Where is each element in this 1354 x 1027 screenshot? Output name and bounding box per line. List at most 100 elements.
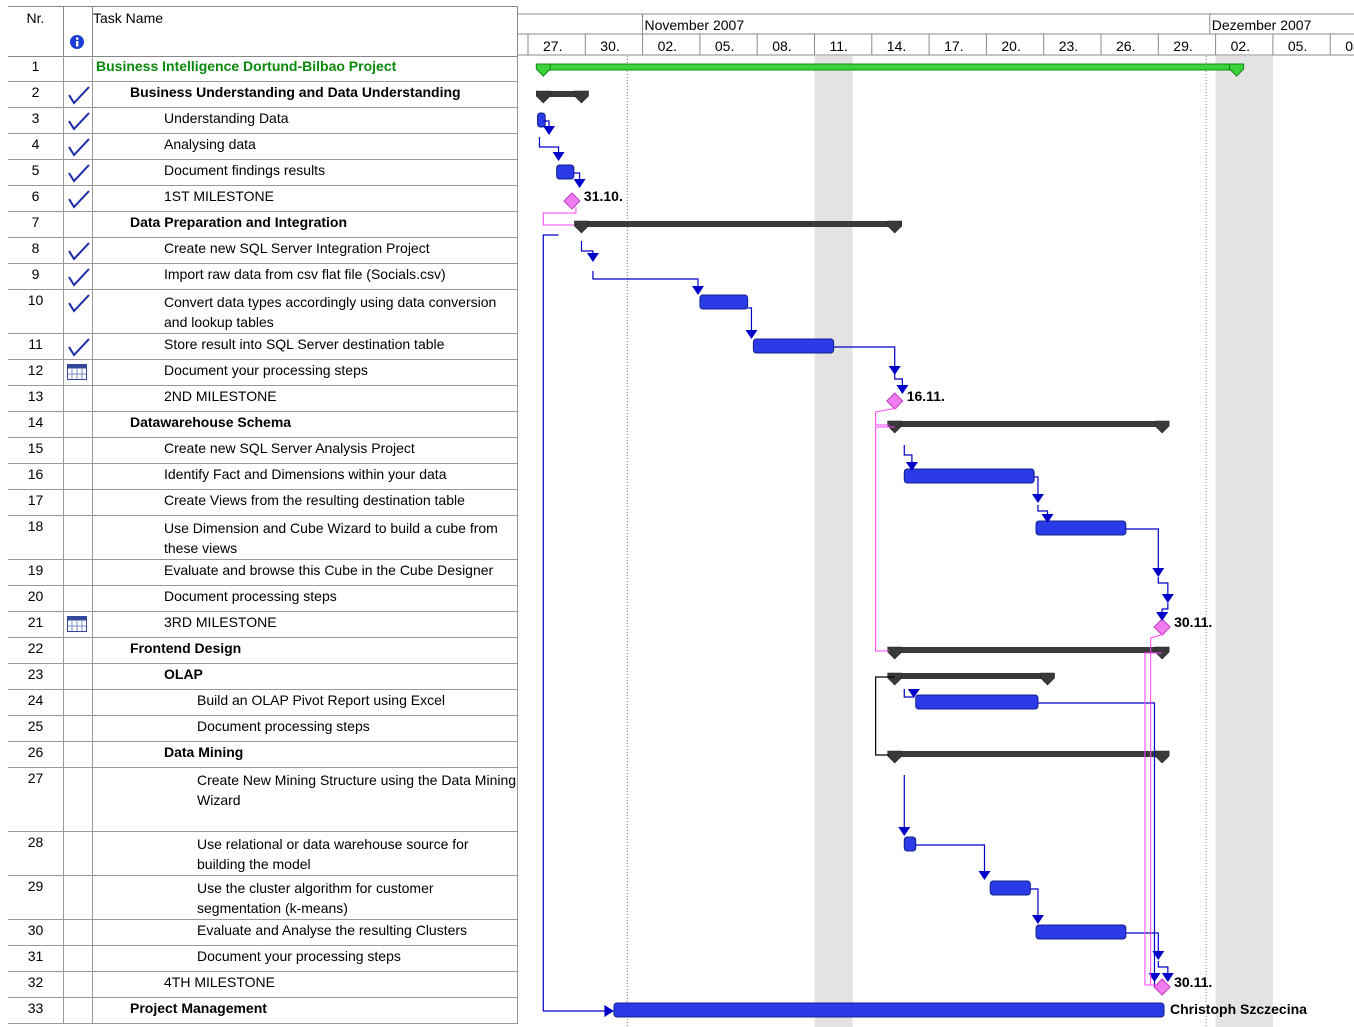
task-name[interactable]: Store result into SQL Server destination… (93, 334, 518, 359)
task-name[interactable]: Business Understanding and Data Understa… (93, 82, 518, 107)
gantt-canvas[interactable]: November 2007 Dezember 2007 27. 30. 02. 05. 08… (518, 6, 1354, 1027)
task-name[interactable]: Data Mining (93, 742, 518, 767)
summary-bar[interactable] (894, 673, 1048, 679)
table-row[interactable]: 24 Build an OLAP Pivot Report using Excel (8, 690, 518, 716)
summary-end[interactable] (1154, 750, 1170, 764)
task-name[interactable]: Understanding Data (93, 108, 518, 133)
summary-end[interactable] (887, 672, 903, 686)
task-name[interactable]: Datawarehouse Schema (93, 412, 518, 437)
task-name[interactable]: Create New Mining Structure using the Da… (93, 768, 518, 831)
task-bar[interactable] (903, 468, 1035, 484)
task-bar[interactable] (915, 694, 1039, 710)
task-name[interactable]: Identify Fact and Dimensions within your… (93, 464, 518, 489)
task-name[interactable]: Document processing steps (93, 716, 518, 741)
table-row[interactable]: 7 Data Preparation and Integration (8, 212, 518, 238)
summary-bar[interactable] (894, 421, 1163, 427)
table-row[interactable]: 1 Business Intelligence Dortund-Bilbao Pr… (8, 56, 518, 82)
table-row[interactable]: 33 Project Management (8, 998, 518, 1024)
milestone-diamond[interactable] (886, 392, 904, 410)
task-name[interactable]: Document findings results (93, 160, 518, 185)
table-row[interactable]: 2 Business Understanding and Data Underst… (8, 82, 518, 108)
task-bar[interactable] (903, 836, 917, 852)
task-name[interactable]: Import raw data from csv flat file (Soci… (93, 264, 518, 289)
summary-bar[interactable] (894, 751, 1163, 757)
task-name[interactable]: Create Views from the resulting destinat… (93, 490, 518, 515)
task-name[interactable]: Use Dimension and Cube Wizard to build a… (93, 516, 518, 559)
gantt-chart[interactable]: November 2007 Dezember 2007 27. 30. 02. 05. 08… (518, 6, 1354, 1027)
table-row[interactable]: 13 2ND MILESTONE (8, 386, 518, 412)
indicator-column-header[interactable] (64, 7, 93, 56)
table-row[interactable]: 6 1ST MILESTONE (8, 186, 518, 212)
task-name[interactable]: Use relational or data warehouse source … (93, 832, 518, 875)
task-bar[interactable] (613, 1002, 1165, 1018)
task-name[interactable]: Evaluate and Analyse the resulting Clust… (93, 920, 518, 945)
table-row[interactable]: 27 Create New Mining Structure using the … (8, 768, 518, 832)
table-row[interactable]: 3 Understanding Data (8, 108, 518, 134)
project-summary-bar[interactable] (542, 63, 1238, 71)
summary-bar[interactable] (894, 647, 1163, 653)
task-bar[interactable] (989, 880, 1031, 896)
table-row[interactable]: 12 Document your processing steps (8, 360, 518, 386)
task-bar[interactable] (699, 294, 749, 310)
table-row[interactable]: 23 OLAP (8, 664, 518, 690)
table-row[interactable]: 20 Document processing steps (8, 586, 518, 612)
task-name[interactable]: Evaluate and browse this Cube in the Cub… (93, 560, 518, 585)
table-row[interactable]: 16 Identify Fact and Dimensions within yo… (8, 464, 518, 490)
table-row[interactable]: 9 Import raw data from csv flat file (Soc… (8, 264, 518, 290)
table-row[interactable]: 10 Convert data types accordingly using d… (8, 290, 518, 334)
table-row[interactable]: 32 4TH MILESTONE (8, 972, 518, 998)
table-row[interactable]: 30 Evaluate and Analyse the resulting Clu… (8, 920, 518, 946)
task-name[interactable]: OLAP (93, 664, 518, 689)
table-row[interactable]: 8 Create new SQL Server Integration Proje… (8, 238, 518, 264)
summary-end[interactable] (887, 220, 903, 234)
summary-end[interactable] (535, 90, 551, 104)
table-row[interactable]: 4 Analysing data (8, 134, 518, 160)
task-name[interactable]: Build an OLAP Pivot Report using Excel (93, 690, 518, 715)
table-row[interactable]: 25 Document processing steps (8, 716, 518, 742)
task-bar[interactable] (537, 112, 546, 128)
table-row[interactable]: 21 3RD MILESTONE (8, 612, 518, 638)
task-name[interactable]: 4TH MILESTONE (93, 972, 518, 997)
task-bar[interactable] (1035, 924, 1127, 940)
task-name[interactable]: Create new SQL Server Integration Projec… (93, 238, 518, 263)
task-name[interactable]: Document processing steps (93, 586, 518, 611)
project-summary-end[interactable] (535, 63, 551, 77)
task-bar[interactable] (752, 338, 835, 354)
task-bar[interactable] (556, 164, 575, 180)
table-row[interactable]: 22 Frontend Design (8, 638, 518, 664)
task-name[interactable]: 1ST MILESTONE (93, 186, 518, 211)
milestone-diamond[interactable] (1153, 618, 1171, 636)
task-name[interactable]: Analysing data (93, 134, 518, 159)
task-name[interactable]: Create new SQL Server Analysis Project (93, 438, 518, 463)
summary-end[interactable] (1040, 672, 1055, 686)
task-name[interactable]: Convert data types accordingly using dat… (93, 290, 518, 333)
table-row[interactable]: 31 Document your processing steps (8, 946, 518, 972)
table-row[interactable]: 17 Create Views from the resulting destin… (8, 490, 518, 516)
summary-end[interactable] (1154, 420, 1170, 434)
table-row[interactable]: 29 Use the cluster algorithm for customer… (8, 876, 518, 920)
table-row[interactable]: 26 Data Mining (8, 742, 518, 768)
task-name[interactable]: 2ND MILESTONE (93, 386, 518, 411)
table-row[interactable]: 11 Store result into SQL Server destinati… (8, 334, 518, 360)
table-row[interactable]: 18 Use Dimension and Cube Wizard to build… (8, 516, 518, 560)
task-name[interactable]: Project Management (93, 998, 518, 1023)
table-row[interactable]: 19 Evaluate and browse this Cube in the C… (8, 560, 518, 586)
task-name[interactable]: 3RD MILESTONE (93, 612, 518, 637)
milestone-diamond[interactable] (563, 192, 581, 210)
task-name[interactable]: Business Intelligence Dortund-Bilbao Pro… (93, 56, 518, 81)
summary-end[interactable] (574, 220, 589, 234)
summary-end[interactable] (887, 750, 903, 764)
task-name[interactable]: Use the cluster algorithm for customer s… (93, 876, 518, 919)
nr-column-header[interactable]: Nr. (8, 7, 64, 56)
task-name[interactable]: Data Preparation and Integration (93, 212, 518, 237)
summary-bar[interactable] (581, 221, 895, 227)
table-row[interactable]: 5 Document findings results (8, 160, 518, 186)
summary-end[interactable] (887, 646, 903, 660)
table-row[interactable]: 28 Use relational or data warehouse sourc… (8, 832, 518, 876)
task-name[interactable]: Document your processing steps (93, 360, 518, 385)
task-name[interactable]: Document your processing steps (93, 946, 518, 971)
task-name-column-header[interactable]: Task Name (93, 7, 518, 56)
summary-end[interactable] (574, 90, 589, 104)
table-row[interactable]: 15 Create new SQL Server Analysis Project (8, 438, 518, 464)
task-bar[interactable] (1035, 520, 1127, 536)
